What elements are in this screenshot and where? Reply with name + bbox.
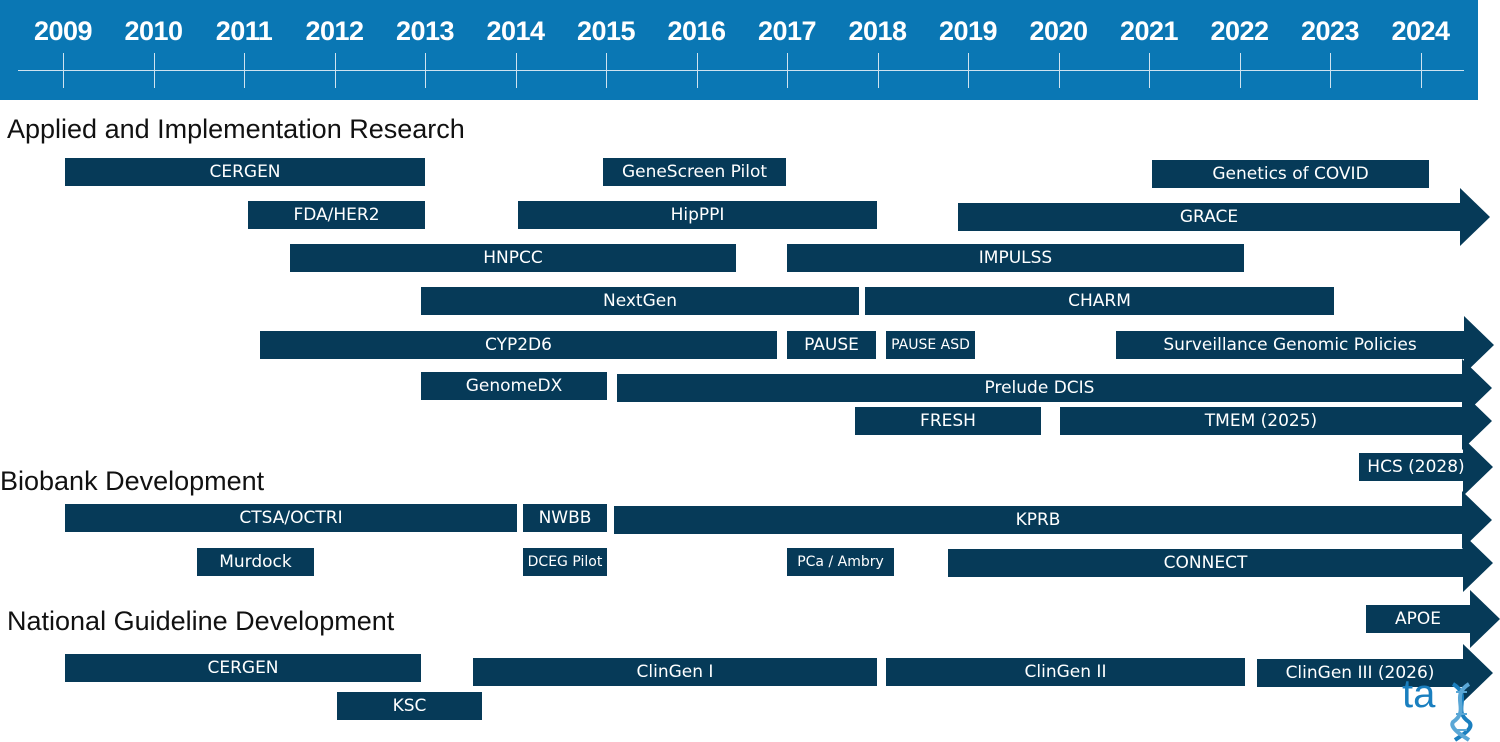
year-tick (244, 53, 245, 88)
arrow-label: GRACE (1179, 207, 1239, 227)
arrow-apoe: APOE (1366, 590, 1500, 648)
year-tick (1058, 53, 1060, 88)
bar-genomedx: GenomeDX (421, 372, 607, 400)
bar-impulss: IMPULSS (787, 244, 1244, 272)
bar-genetics-of-covid: Genetics of COVID (1152, 160, 1429, 188)
bar-cergen: CERGEN (65, 158, 425, 186)
arrow-label: CONNECT (1163, 553, 1248, 573)
year-label-2013: 2013 (395, 16, 455, 46)
year-label-2016: 2016 (667, 16, 726, 46)
arrow-connect: CONNECT (948, 534, 1493, 592)
bar-pca-ambry: PCa / Ambry (787, 548, 894, 576)
arrow-hcs: HCS (2028) (1359, 438, 1493, 496)
arrow-label: APOE (1394, 609, 1441, 629)
arrow-label: KPRB (1015, 510, 1061, 530)
arrow-grace: GRACE (958, 188, 1490, 246)
year-label-2024: 2024 (1391, 16, 1450, 46)
bar-charm: CHARM (865, 287, 1334, 315)
year-label-2020: 2020 (1029, 16, 1088, 46)
bar-clingen-1: ClinGen I (473, 658, 877, 686)
timeline-header: 2009 2010 2011 2012 2013 2014 2015 2016 2017 2018… (0, 0, 1478, 100)
logo: ta (1402, 672, 1482, 742)
section-applied-research: Applied and Implementation Research (7, 114, 465, 144)
bar-hipppi: HipPPI (518, 201, 877, 229)
year-label-2019: 2019 (938, 16, 998, 46)
bar-ctsa-octri: CTSA/OCTRI (65, 504, 517, 532)
year-tick (425, 53, 426, 88)
year-tick (787, 53, 788, 88)
arrow-kprb: KPRB (614, 491, 1492, 549)
year-label-2018: 2018 (848, 16, 907, 46)
bar-dceg-pilot: DCEG Pilot (523, 548, 607, 576)
year-label-2022: 2022 (1210, 16, 1269, 46)
bar-clingen-2: ClinGen II (886, 658, 1245, 686)
bar-ksc: KSC (337, 692, 482, 720)
bar-murdock: Murdock (197, 548, 314, 576)
timeline-axis (18, 70, 1464, 71)
year-tick (877, 53, 879, 88)
arrow-label: TMEM (2025) (1204, 411, 1318, 431)
year-label-2012: 2012 (305, 16, 364, 46)
bar-pause: PAUSE (787, 331, 876, 359)
year-label-2009: 2009 (33, 16, 93, 46)
year-tick (1420, 53, 1422, 88)
arrow-label: Prelude DCIS (984, 378, 1095, 398)
year-label-2011: 2011 (215, 16, 273, 46)
bar-fresh: FRESH (855, 407, 1041, 435)
logo-text: ta (1402, 672, 1436, 716)
year-tick (334, 53, 336, 88)
year-tick (63, 53, 64, 88)
bar-fda-her2: FDA/HER2 (248, 201, 425, 229)
year-tick (968, 53, 969, 88)
year-label-2023: 2023 (1300, 16, 1360, 46)
arrow-label: HCS (2028) (1367, 457, 1465, 477)
arrow-surveillance-genomic-policies: Surveillance Genomic Policies (1116, 316, 1494, 374)
year-label-2014: 2014 (486, 16, 545, 46)
bar-pause-asd: PAUSE ASD (886, 331, 975, 359)
bar-genescreen-pilot: GeneScreen Pilot (603, 158, 786, 186)
year-label-2021: 2021 (1119, 16, 1179, 46)
year-tick (696, 53, 698, 88)
section-guideline-development: National Guideline Development (7, 606, 395, 636)
arrow-label: Surveillance Genomic Policies (1163, 335, 1417, 355)
year-label-2010: 2010 (124, 16, 183, 46)
bar-nwbb: NWBB (523, 504, 607, 532)
bar-cergen-guideline: CERGEN (65, 654, 421, 682)
year-tick (1330, 53, 1331, 88)
bar-hnpcc: HNPCC (290, 244, 736, 272)
dna-icon (1450, 682, 1473, 742)
year-tick (1239, 53, 1241, 88)
section-biobank-development: Biobank Development (0, 466, 265, 496)
year-tick (606, 53, 607, 88)
year-tick (515, 53, 517, 88)
bar-cyp2d6: CYP2D6 (260, 331, 777, 359)
year-label-2015: 2015 (576, 16, 636, 46)
year-tick (153, 53, 155, 88)
year-tick (1149, 53, 1150, 88)
year-label-2017: 2017 (757, 16, 817, 46)
bar-nextgen: NextGen (421, 287, 859, 315)
